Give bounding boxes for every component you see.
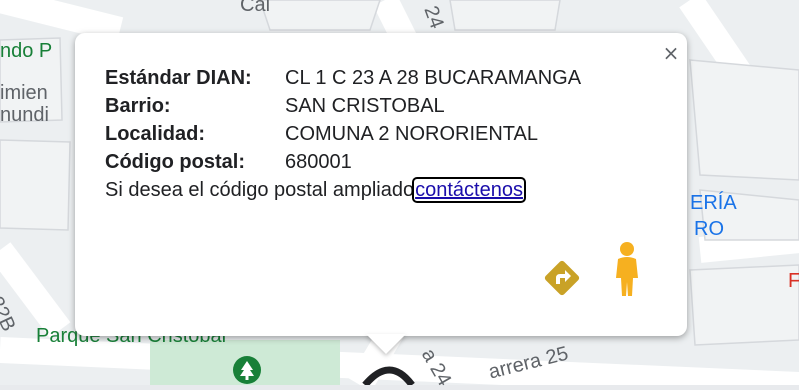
map-label-left-3: nundi <box>0 104 49 126</box>
label-barrio: Barrio: <box>105 95 171 117</box>
postal-note-text: Si desea el código postal ampliado <box>105 179 415 201</box>
value-localidad: COMUNA 2 NORORIENTAL <box>285 123 538 145</box>
map-label-top-street: Cal <box>240 0 271 16</box>
map-label-left-1: ndo P <box>0 40 53 62</box>
label-estandar-dian: Estándar DIAN: <box>105 67 252 89</box>
row-codigo-postal: Código postal: 680001 <box>105 148 581 176</box>
value-codigo-postal: 680001 <box>285 151 352 173</box>
label-codigo-postal: Código postal: <box>105 151 245 173</box>
park-tree-icon[interactable] <box>232 355 262 385</box>
value-estandar-dian: CL 1 C 23 A 28 BUCARAMANGA <box>285 67 582 89</box>
row-dian: Estándar DIAN: CL 1 C 23 A 28 BUCARAMANG… <box>105 64 581 92</box>
popup-pointer <box>366 334 406 354</box>
postal-note: Si desea el código postal ampliadocontác… <box>105 176 581 204</box>
address-info: Estándar DIAN: CL 1 C 23 A 28 BUCARAMANG… <box>105 64 581 204</box>
map-label-left-2: imien <box>0 82 48 104</box>
row-barrio: Barrio: SAN CRISTOBAL <box>105 92 581 120</box>
label-localidad: Localidad: <box>105 123 206 145</box>
map-label-right-1: ERÍA <box>690 192 737 214</box>
row-localidad: Localidad: COMUNA 2 NORORIENTAL <box>105 120 581 148</box>
map-label-right-2: RO <box>694 218 724 240</box>
value-barrio: SAN CRISTOBAL <box>285 95 445 117</box>
street-view-pegman-icon[interactable] <box>612 240 642 300</box>
close-icon[interactable]: × <box>656 38 686 68</box>
contact-link[interactable]: contáctenos <box>412 177 526 203</box>
directions-icon[interactable] <box>540 256 584 300</box>
map-label-right-3: F <box>788 270 799 292</box>
